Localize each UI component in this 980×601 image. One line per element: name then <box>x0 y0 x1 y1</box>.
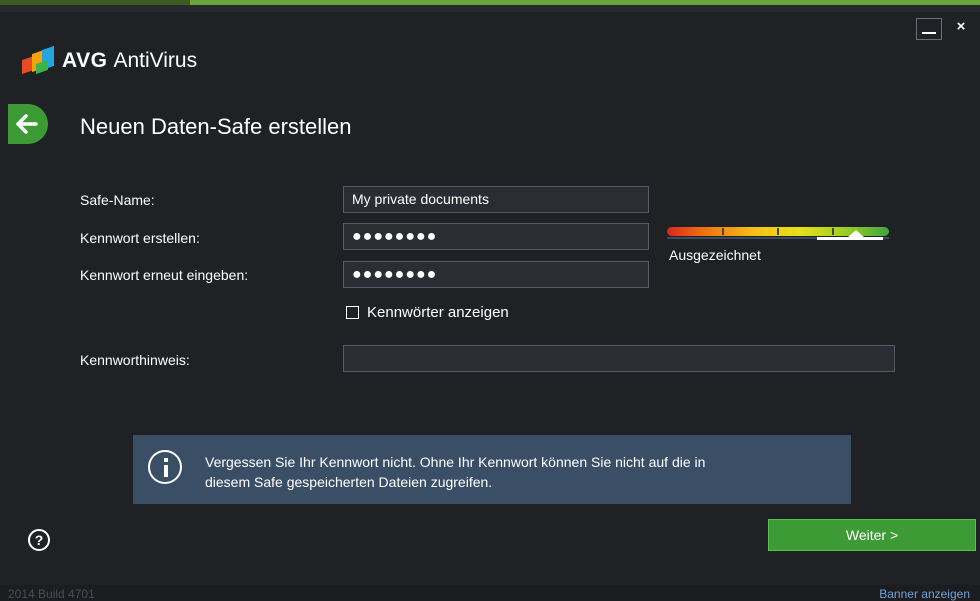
info-icon <box>148 450 182 484</box>
accent-stripe-light <box>190 0 980 5</box>
info-text: Vergessen Sie Ihr Kennwort nicht. Ohne I… <box>205 452 835 492</box>
accent-stripe-dark <box>0 0 190 5</box>
password-input[interactable]: ●●●●●●●● <box>343 223 649 250</box>
strength-pointer-icon <box>846 230 865 238</box>
back-button[interactable] <box>8 104 48 144</box>
minimize-button[interactable] <box>916 18 942 40</box>
show-passwords-checkbox[interactable] <box>346 306 359 319</box>
avg-logo-icon <box>22 45 56 75</box>
product-name: AntiVirus <box>113 49 198 72</box>
close-button[interactable]: × <box>948 18 974 40</box>
brand-name: AVG <box>62 49 108 72</box>
footer-bar: 2014 Build 4701 Banner anzeigen <box>0 585 980 601</box>
next-button[interactable]: Weiter > <box>768 519 976 551</box>
password-repeat-input[interactable]: ●●●●●●●● <box>343 261 649 288</box>
show-passwords-label: Kennwörter anzeigen <box>367 304 509 321</box>
arrow-left-icon <box>16 114 38 134</box>
safe-name-input[interactable]: My private documents <box>343 186 649 213</box>
info-text-line1: Vergessen Sie Ihr Kennwort nicht. Ohne I… <box>205 454 706 470</box>
info-banner: Vergessen Sie Ihr Kennwort nicht. Ohne I… <box>133 435 851 504</box>
minimize-icon <box>922 32 936 34</box>
strength-label: Ausgezeichnet <box>669 247 761 263</box>
hint-label: Kennworthinweis: <box>80 352 190 368</box>
show-passwords-toggle[interactable]: Kennwörter anzeigen <box>346 304 509 321</box>
password-strength-meter <box>667 227 889 240</box>
password-label: Kennwort erstellen: <box>80 230 200 246</box>
info-text-line2: diesem Safe gespeicherten Dateien zugrei… <box>205 474 493 490</box>
help-button[interactable]: ? <box>28 529 50 551</box>
app-logo: AVG AntiVirus <box>22 45 198 76</box>
build-info: 2014 Build 4701 <box>8 587 95 601</box>
show-banner-link[interactable]: Banner anzeigen <box>879 587 970 601</box>
hint-input[interactable] <box>343 345 895 372</box>
page-title: Neuen Daten-Safe erstellen <box>80 114 352 139</box>
safe-name-label: Safe-Name: <box>80 192 155 208</box>
top-accent-stripe <box>0 0 980 12</box>
password-repeat-label: Kennwort erneut eingeben: <box>80 267 249 283</box>
